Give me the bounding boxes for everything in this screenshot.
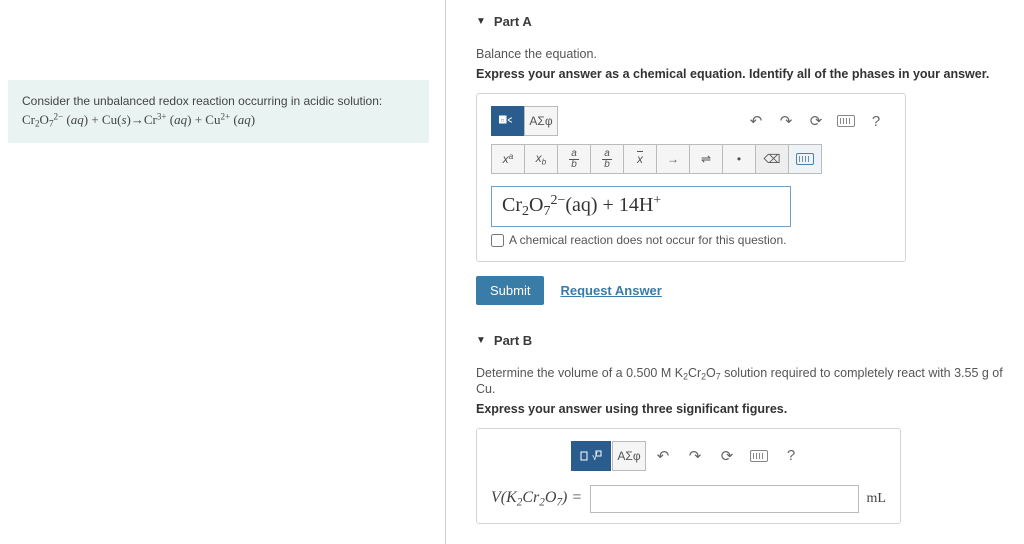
undo-icon[interactable]: ↶ — [741, 107, 771, 135]
part-a-toolbar-1: □ ΑΣφ ↶ ↷ ⟳ ? — [491, 106, 891, 136]
part-a-section: ▼ Part A Balance the equation. Express y… — [476, 14, 1024, 305]
equilibrium-button[interactable]: ⇌ — [689, 144, 723, 174]
help-icon-b[interactable]: ? — [776, 442, 806, 470]
part-a-instruction-1: Balance the equation. — [476, 47, 1024, 61]
context-equation: Cr2O72− (aq) + Cu(s)→Cr3+ (aq) + Cu2+ (a… — [22, 110, 415, 131]
part-a-title: Part A — [494, 14, 532, 29]
part-b-instruction-1: Determine the volume of a 0.500 M K2Cr2O… — [476, 366, 1024, 396]
no-reaction-checkbox[interactable] — [491, 234, 504, 247]
svg-text:□: □ — [501, 118, 504, 124]
part-b-instruction-2: Express your answer using three signific… — [476, 402, 1024, 416]
collapse-icon: ▼ — [476, 335, 486, 346]
submit-button[interactable]: Submit — [476, 276, 544, 305]
question-context: Consider the unbalanced redox reaction o… — [8, 80, 429, 143]
xbar-button[interactable]: x — [623, 144, 657, 174]
part-b-section: ▼ Part B Determine the volume of a 0.500… — [476, 333, 1024, 524]
superscript-button[interactable]: xa — [491, 144, 525, 174]
redo-icon[interactable]: ↷ — [771, 107, 801, 135]
undo-icon-b[interactable]: ↶ — [648, 442, 678, 470]
keyboard-icon[interactable] — [831, 107, 861, 135]
part-a-header[interactable]: ▼ Part A — [476, 14, 1024, 29]
arrow-right-button[interactable]: → — [656, 144, 690, 174]
templates-button-b[interactable]: √ — [571, 441, 611, 471]
question-context-column: Consider the unbalanced redox reaction o… — [0, 0, 445, 544]
part-b-toolbar: √ ΑΣφ ↶ ↷ ⟳ ? — [491, 441, 886, 471]
dot-button[interactable]: • — [722, 144, 756, 174]
redo-icon-b[interactable]: ↷ — [680, 442, 710, 470]
part-b-value-row: V(K2Cr2O7) = mL — [491, 485, 886, 513]
no-reaction-label: A chemical reaction does not occur for t… — [509, 233, 786, 247]
greek-button[interactable]: ΑΣφ — [524, 106, 558, 136]
part-a-instruction-2: Express your answer as a chemical equati… — [476, 67, 1024, 81]
fraction-a-b-alt-button[interactable]: ab — [590, 144, 624, 174]
backspace-button[interactable]: ⌫ — [755, 144, 789, 174]
reset-icon-b[interactable]: ⟳ — [712, 442, 742, 470]
part-a-toolbar-2: xa xb ab ab x → ⇌ • ⌫ — [491, 144, 891, 174]
part-a-answer-input[interactable]: Cr2O72−(aq) + 14H+ — [491, 186, 791, 227]
request-answer-link[interactable]: Request Answer — [560, 283, 661, 298]
greek-button-b[interactable]: ΑΣφ — [612, 441, 646, 471]
keyboard-toggle-button[interactable] — [788, 144, 822, 174]
part-b-answer-input[interactable] — [590, 485, 858, 513]
collapse-icon: ▼ — [476, 16, 486, 27]
part-b-title: Part B — [494, 333, 532, 348]
keyboard-icon-b[interactable] — [744, 442, 774, 470]
no-reaction-checkbox-row[interactable]: A chemical reaction does not occur for t… — [491, 233, 891, 247]
context-prompt: Consider the unbalanced redox reaction o… — [22, 92, 415, 110]
part-a-actions: Submit Request Answer — [476, 276, 1024, 305]
svg-text:√: √ — [592, 451, 598, 463]
reset-icon[interactable]: ⟳ — [801, 107, 831, 135]
part-b-answer-panel: √ ΑΣφ ↶ ↷ ⟳ ? V(K2Cr2O7) = mL — [476, 428, 901, 524]
subscript-button[interactable]: xb — [524, 144, 558, 174]
part-a-answer-panel: □ ΑΣφ ↶ ↷ ⟳ ? xa xb ab ab x → — [476, 93, 906, 262]
part-b-unit: mL — [867, 491, 886, 507]
fraction-a-b-button[interactable]: ab — [557, 144, 591, 174]
part-b-variable-label: V(K2Cr2O7) = — [491, 489, 582, 508]
help-icon[interactable]: ? — [861, 107, 891, 135]
answer-column: ▼ Part A Balance the equation. Express y… — [446, 0, 1024, 544]
templates-button[interactable]: □ — [491, 106, 525, 136]
part-b-header[interactable]: ▼ Part B — [476, 333, 1024, 348]
